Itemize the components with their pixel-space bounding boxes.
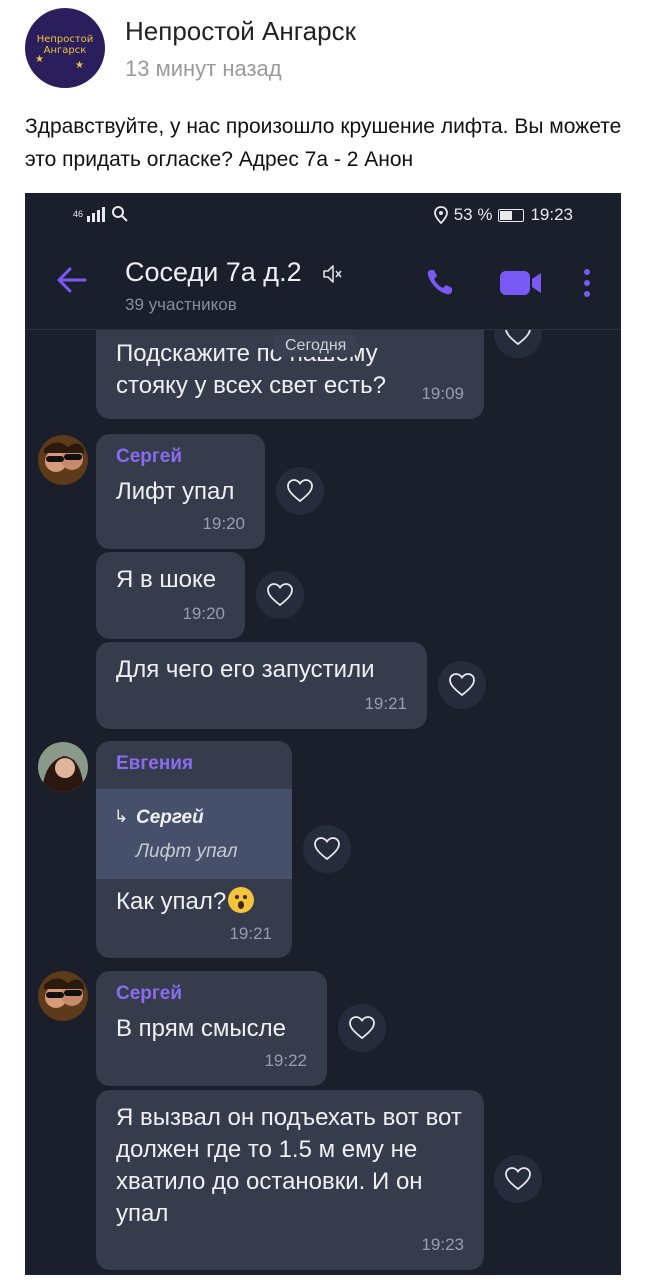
post-text: Здравствуйте, у нас произошло крушение л… bbox=[25, 115, 622, 171]
like-button[interactable] bbox=[276, 467, 324, 515]
sender-name: Евгения bbox=[116, 753, 194, 774]
back-arrow-icon[interactable] bbox=[55, 263, 89, 297]
message-time: 19:21 bbox=[364, 694, 407, 713]
post-time[interactable]: 13 минут назад bbox=[125, 56, 282, 82]
reply-sender: Сергей bbox=[136, 807, 204, 828]
like-button[interactable] bbox=[438, 661, 486, 709]
battery-percent: 53 % bbox=[453, 205, 493, 224]
heart-icon bbox=[267, 583, 293, 607]
message-bubble[interactable]: Сергей Лифт упал 19:20 bbox=[96, 434, 265, 549]
page-avatar[interactable]: Непростой Ангарск ★ ★ bbox=[25, 8, 105, 88]
status-bar: 46 53 % 19:23 bbox=[25, 193, 621, 237]
page-name[interactable]: Непростой Ангарск bbox=[125, 16, 356, 47]
sender-name: Сергей bbox=[116, 983, 183, 1004]
reply-quote[interactable]: ↳ Сергей Лифт упал bbox=[96, 789, 292, 879]
message-text: Я вызвал он подъехать вот вот должен где… bbox=[116, 1104, 462, 1227]
message-text-content: Как упал? bbox=[116, 888, 227, 915]
avatar-sergey[interactable] bbox=[38, 971, 88, 1021]
heart-icon bbox=[349, 1016, 375, 1040]
star-icon: ★ bbox=[75, 60, 84, 71]
status-clock: 19:23 bbox=[530, 205, 573, 224]
chat-screenshot: 46 53 % 19:23 Соседи 7а д.2 39 участнико… bbox=[25, 193, 621, 1275]
avatar-logo: Непростой Ангарск bbox=[36, 34, 94, 56]
message-text: В прям смысле bbox=[116, 1015, 287, 1042]
reply-text: Лифт упал bbox=[136, 841, 238, 862]
message-bubble[interactable]: Для чего его запустили 19:21 bbox=[96, 642, 427, 729]
mute-icon bbox=[323, 265, 342, 283]
heart-icon bbox=[287, 479, 313, 503]
message-time: 19:09 bbox=[421, 384, 464, 403]
video-call-icon[interactable] bbox=[499, 269, 543, 297]
chat-title[interactable]: Соседи 7а д.2 bbox=[125, 257, 302, 288]
heart-icon bbox=[314, 837, 340, 861]
message-bubble[interactable]: Я вызвал он подъехать вот вот должен где… bbox=[96, 1090, 484, 1270]
date-chip: Сегодня bbox=[273, 335, 359, 357]
message-text: Как упал? bbox=[116, 886, 255, 918]
like-button[interactable] bbox=[256, 571, 304, 619]
like-button[interactable] bbox=[303, 825, 351, 873]
heart-icon bbox=[449, 673, 475, 697]
message-bubble[interactable]: Евгения ↳ Сергей Лифт упал Как упал? 19:… bbox=[96, 741, 292, 958]
like-button[interactable] bbox=[494, 1155, 542, 1203]
search-icon bbox=[112, 206, 128, 222]
avatar-evgeniya[interactable] bbox=[38, 742, 88, 792]
reply-arrow-icon: ↳ bbox=[114, 807, 129, 826]
signal-label: 46 bbox=[73, 209, 84, 219]
chat-header: Соседи 7а д.2 39 участников bbox=[25, 237, 621, 330]
message-text: Я в шоке bbox=[116, 566, 217, 593]
phone-call-icon[interactable] bbox=[425, 267, 455, 297]
like-button[interactable] bbox=[338, 1004, 386, 1052]
heart-icon bbox=[505, 330, 531, 346]
message-time: 19:23 bbox=[421, 1235, 464, 1254]
message-bubble[interactable]: Сергей В прям смысле 19:22 bbox=[96, 971, 327, 1086]
battery-icon bbox=[498, 208, 525, 222]
star-icon: ★ bbox=[35, 54, 44, 65]
astonished-face-icon bbox=[228, 887, 255, 913]
chat-subtitle: 39 участников bbox=[125, 295, 237, 314]
location-icon bbox=[433, 206, 448, 224]
message-text: Лифт упал bbox=[116, 478, 235, 505]
signal-icon bbox=[87, 207, 106, 222]
avatar-sergey[interactable] bbox=[38, 435, 88, 485]
message-time: 19:20 bbox=[182, 604, 225, 623]
message-time: 19:21 bbox=[229, 924, 272, 943]
message-text: Для чего его запустили bbox=[116, 656, 375, 683]
message-time: 19:20 bbox=[202, 514, 245, 533]
post-header: Непростой Ангарск ★ ★ Непростой Ангарск … bbox=[0, 0, 646, 90]
message-time: 19:22 bbox=[264, 1051, 307, 1070]
heart-icon bbox=[505, 1167, 531, 1191]
message-list[interactable]: Подскажите по нашему стояку у всех свет … bbox=[25, 330, 621, 1275]
message-bubble[interactable]: Я в шоке 19:20 bbox=[96, 552, 245, 639]
sender-name: Сергей bbox=[116, 446, 183, 467]
like-button[interactable] bbox=[494, 330, 542, 358]
more-menu-icon[interactable] bbox=[580, 267, 594, 299]
